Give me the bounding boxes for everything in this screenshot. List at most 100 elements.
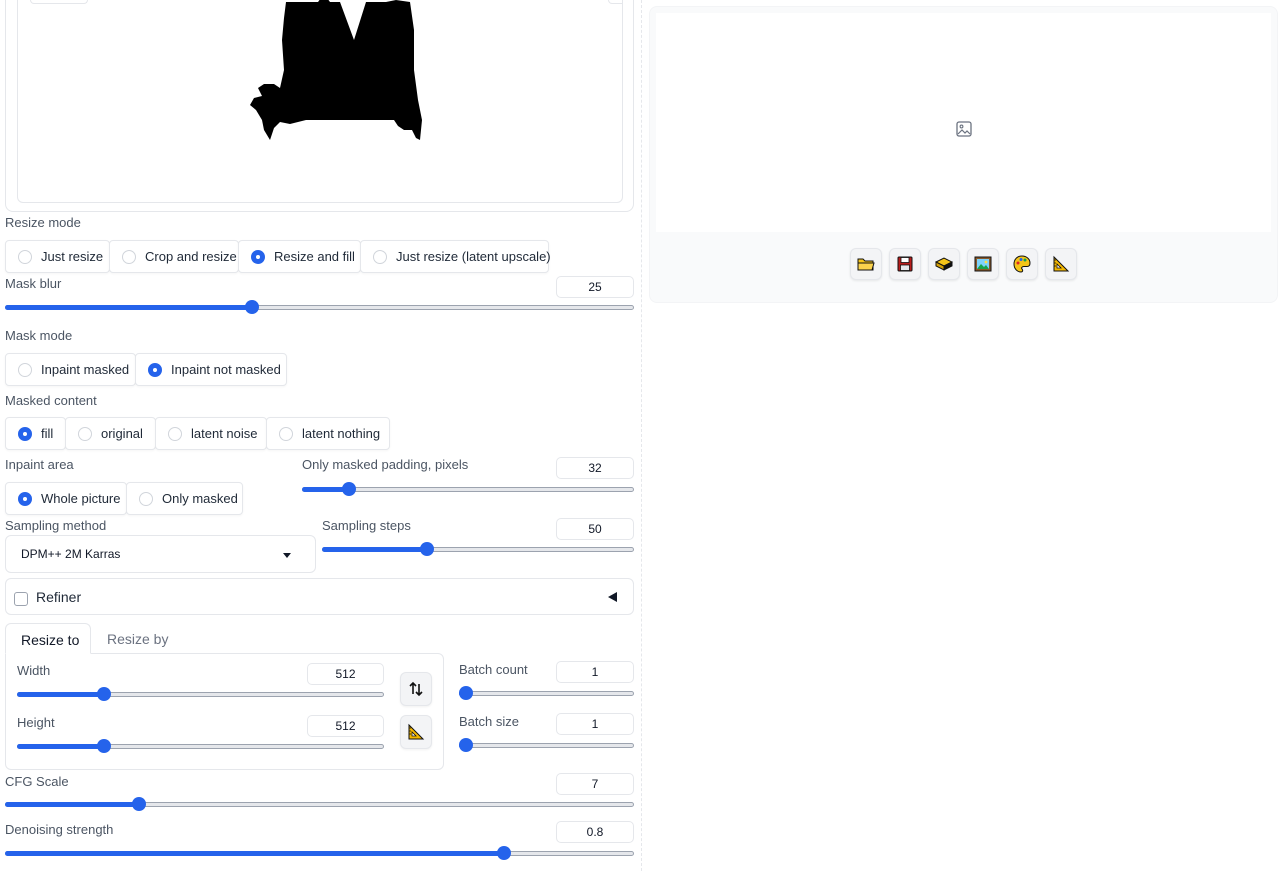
image-placeholder-icon bbox=[956, 121, 972, 137]
radio-selected-icon bbox=[18, 426, 32, 441]
radio-label: original bbox=[101, 426, 143, 441]
only-masked-padding-input[interactable]: 32 bbox=[556, 457, 634, 479]
cfg-scale-label: CFG Scale bbox=[5, 774, 69, 789]
resize-mode-crop-and-resize[interactable]: Crop and resize bbox=[109, 240, 239, 273]
denoising-strength-input[interactable]: 0.8 bbox=[556, 821, 634, 843]
radio-icon bbox=[18, 249, 32, 264]
slider-thumb[interactable] bbox=[497, 846, 511, 860]
save-button[interactable] bbox=[889, 248, 921, 280]
slider-thumb[interactable] bbox=[341, 482, 356, 496]
cfg-scale-input[interactable]: 7 bbox=[556, 773, 634, 795]
cfg-scale-slider[interactable] bbox=[5, 796, 634, 812]
radio-icon bbox=[18, 362, 32, 377]
aspect-ratio-button[interactable] bbox=[400, 715, 432, 749]
inpaint-canvas[interactable] bbox=[17, 0, 623, 203]
mask-silhouette-image bbox=[250, 0, 422, 140]
mask-blur-slider[interactable] bbox=[5, 299, 634, 315]
height-slider[interactable] bbox=[17, 738, 384, 754]
denoising-strength-slider[interactable] bbox=[5, 845, 634, 861]
save-icon bbox=[897, 256, 913, 272]
mask-mode-inpaint-masked[interactable]: Inpaint masked bbox=[5, 353, 136, 386]
masked-content-latent-noise[interactable]: latent noise bbox=[155, 417, 267, 450]
inpaint-area-group: Whole picture Only masked bbox=[5, 482, 243, 515]
send-to-img2img-button[interactable] bbox=[967, 248, 999, 280]
batch-count-input[interactable]: 1 bbox=[556, 661, 634, 683]
inpaint-area-only-masked[interactable]: Only masked bbox=[126, 482, 243, 515]
width-slider[interactable] bbox=[17, 686, 384, 702]
slider-thumb[interactable] bbox=[459, 686, 473, 700]
height-label: Height bbox=[17, 715, 55, 730]
width-input[interactable]: 512 bbox=[307, 663, 384, 685]
radio-label: Crop and resize bbox=[145, 249, 237, 264]
radio-icon bbox=[279, 426, 293, 441]
masked-content-group: fill original latent noise latent nothin… bbox=[5, 417, 390, 450]
slider-thumb[interactable] bbox=[459, 738, 473, 752]
refiner-accordion[interactable]: Refiner bbox=[5, 578, 634, 615]
mask-mode-inpaint-not-masked[interactable]: Inpaint not masked bbox=[135, 353, 287, 386]
resize-mode-latent-upscale[interactable]: Just resize (latent upscale) bbox=[360, 240, 551, 273]
column-divider bbox=[641, 0, 642, 871]
sampling-method-value: DPM++ 2M Karras bbox=[21, 547, 121, 561]
radio-label: latent noise bbox=[191, 426, 258, 441]
sampling-steps-slider[interactable] bbox=[322, 541, 634, 557]
radio-icon bbox=[373, 249, 387, 264]
radio-label: Just resize (latent upscale) bbox=[396, 249, 551, 264]
sampling-steps-input[interactable]: 50 bbox=[556, 518, 634, 540]
radio-selected-icon bbox=[251, 249, 265, 264]
inpaint-area-whole-picture[interactable]: Whole picture bbox=[5, 482, 127, 515]
only-masked-padding-slider[interactable] bbox=[302, 481, 634, 497]
radio-icon bbox=[122, 249, 136, 264]
open-folder-button[interactable] bbox=[850, 248, 882, 280]
sampling-method-dropdown[interactable]: DPM++ 2M Karras bbox=[5, 535, 316, 573]
batch-count-label: Batch count bbox=[459, 662, 528, 677]
send-to-inpaint-button[interactable] bbox=[1006, 248, 1038, 280]
batch-count-slider[interactable] bbox=[459, 685, 634, 701]
collapse-triangle-icon[interactable] bbox=[608, 592, 617, 602]
tab-resize-by[interactable]: Resize by bbox=[107, 631, 168, 647]
zip-icon bbox=[935, 257, 953, 271]
swap-arrows-icon bbox=[409, 681, 423, 697]
chevron-down-icon bbox=[283, 553, 291, 558]
resize-mode-group: Just resize Crop and resize Resize and f… bbox=[5, 240, 551, 273]
mask-mode-group: Inpaint masked Inpaint not masked bbox=[5, 353, 287, 386]
resize-mode-label: Resize mode bbox=[5, 215, 81, 230]
masked-content-original[interactable]: original bbox=[65, 417, 156, 450]
batch-size-input[interactable]: 1 bbox=[556, 713, 634, 735]
radio-label: latent nothing bbox=[302, 426, 381, 441]
left-column: Resize mode Just resize Crop and resize … bbox=[0, 0, 641, 871]
radio-label: Resize and fill bbox=[274, 249, 355, 264]
resize-mode-just-resize[interactable]: Just resize bbox=[5, 240, 110, 273]
sampling-method-label: Sampling method bbox=[5, 518, 107, 533]
resize-mode-resize-and-fill[interactable]: Resize and fill bbox=[238, 240, 361, 273]
batch-size-slider[interactable] bbox=[459, 737, 634, 753]
slider-thumb[interactable] bbox=[96, 687, 111, 701]
send-to-extras-button[interactable] bbox=[1045, 248, 1077, 280]
tab-resize-to[interactable]: Resize to bbox=[5, 623, 91, 654]
slider-thumb[interactable] bbox=[96, 739, 111, 753]
send-to-img2img-icon bbox=[974, 256, 992, 272]
output-image-area[interactable] bbox=[656, 13, 1271, 232]
only-masked-padding-label: Only masked padding, pixels bbox=[302, 457, 469, 472]
denoising-strength-label: Denoising strength bbox=[5, 822, 114, 837]
radio-icon bbox=[139, 491, 153, 506]
masked-content-fill[interactable]: fill bbox=[5, 417, 66, 450]
slider-thumb[interactable] bbox=[420, 542, 434, 556]
sampling-steps-label: Sampling steps bbox=[322, 518, 411, 533]
slider-thumb[interactable] bbox=[245, 300, 260, 314]
height-input[interactable]: 512 bbox=[307, 715, 384, 737]
refiner-checkbox[interactable] bbox=[14, 592, 28, 606]
inpaint-image-panel bbox=[5, 0, 634, 212]
inpaint-area-label: Inpaint area bbox=[5, 457, 74, 472]
radio-label: Inpaint not masked bbox=[171, 362, 281, 377]
triangular-ruler-icon bbox=[408, 723, 425, 740]
radio-icon bbox=[168, 426, 182, 441]
mask-blur-input[interactable]: 25 bbox=[556, 276, 634, 298]
refiner-title: Refiner bbox=[36, 589, 82, 605]
swap-dimensions-button[interactable] bbox=[400, 672, 432, 706]
zip-button[interactable] bbox=[928, 248, 960, 280]
radio-selected-icon bbox=[18, 491, 32, 506]
radio-selected-icon bbox=[148, 362, 162, 377]
slider-thumb[interactable] bbox=[132, 797, 147, 811]
radio-label: fill bbox=[41, 426, 54, 441]
masked-content-latent-nothing[interactable]: latent nothing bbox=[266, 417, 390, 450]
